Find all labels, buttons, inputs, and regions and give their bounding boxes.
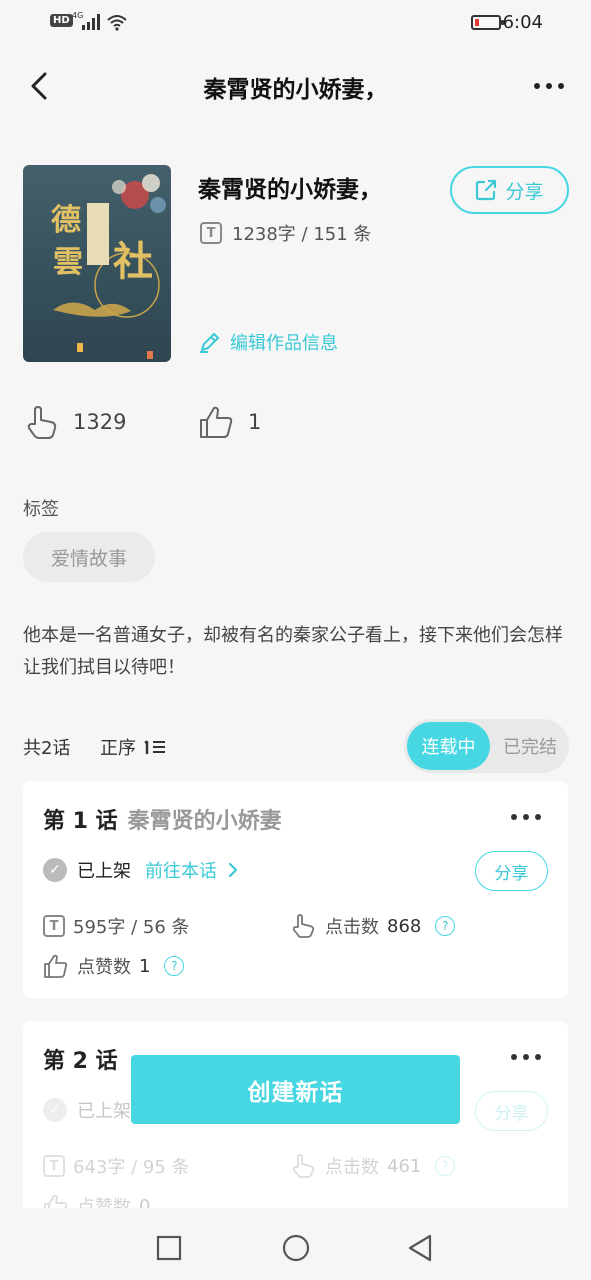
tab-completed[interactable]: 已完结 [494,722,566,770]
clicks-value: 461 [387,1155,422,1177]
words-text: 595字 / 56 条 [73,917,190,938]
episode-more-button[interactable] [506,805,546,829]
status-label: 已上架 [77,1101,131,1122]
serial-status-switch: 连载中 已完结 [404,719,569,773]
check-icon: ✓ [43,1098,67,1122]
text-icon: T [43,915,65,937]
episode-heading: 第 1 话秦霄贤的小娇妻 [43,803,282,835]
like-stat[interactable]: 1 [198,404,261,440]
signal-icon [82,14,100,30]
thumbs-up-icon [200,406,233,438]
cover-text-1: 德 [51,203,81,238]
pencil-icon [200,333,219,353]
episode-card[interactable]: 第 1 话秦霄贤的小娇妻 ✓ 已上架 前往本话 分享 T 595字 / 56 条… [23,781,568,998]
episode-clicks: 点击数 868 ? [291,913,456,939]
clock: 6:04 [502,12,543,33]
book-description: 他本是一名普通女子，却被有名的秦家公子看上，接下来他们会怎样让我们拭目以待吧！ [23,625,563,678]
check-icon: ✓ [43,858,67,882]
tags-label: 标签 [23,499,59,520]
episode-likes: 点赞数 1 ? [43,953,185,979]
more-options-button[interactable] [531,70,567,102]
share-label: 分享 [505,180,544,203]
episode-word-count: T 595字 / 56 条 [43,913,190,939]
more-icon [511,814,541,820]
episode-clicks: 点击数 461 ? [291,1153,456,1179]
click-stat: 1329 [25,404,126,440]
like-count: 1 [248,410,262,434]
episode-title: 秦霄贤的小娇妻 [127,809,282,834]
click-count: 1329 [73,410,127,434]
wifi-icon [107,15,127,31]
tag-chip[interactable]: 爱情故事 [23,532,155,582]
edit-info-link[interactable]: 编辑作品信息 [198,329,338,355]
hd-badge: HD [50,14,73,27]
thumbs-up-icon [44,954,68,978]
question-icon[interactable]: ? [435,1156,456,1176]
battery-icon [471,15,504,30]
click-hand-icon [27,406,57,439]
episode-more-button[interactable] [506,1045,546,1069]
chevron-right-icon[interactable] [227,862,239,878]
question-icon[interactable]: ? [164,956,185,976]
sort-order-label: 正序 [100,738,136,759]
clicks-label: 点击数 [325,1157,379,1178]
clicks-value: 868 [387,915,422,937]
episode-count: 共2话 [23,738,71,759]
episode-share-button[interactable]: 分享 [475,1091,548,1131]
share-button[interactable]: 分享 [450,166,569,214]
click-hand-icon [292,1154,315,1178]
text-icon: T [200,222,222,244]
episode-word-count: T 643字 / 95 条 [43,1153,190,1179]
book-title: 秦霄贤的小娇妻， [198,177,382,203]
episode-heading: 第 2 话 [43,1043,118,1075]
home-icon[interactable] [281,1233,311,1263]
episode-number: 第 2 话 [43,1049,118,1074]
tab-serializing[interactable]: 连载中 [407,722,490,770]
clicks-label: 点击数 [325,917,379,938]
episode-status: ✓ 已上架 [43,1097,131,1123]
more-icon [534,83,564,89]
episode-card[interactable]: 第 2 话 ✓ 已上架 分享 T 643字 / 95 条 点击数 461 ? 点… [23,1021,568,1231]
book-word-count: T 1238字 / 151 条 [200,220,371,246]
likes-value: 1 [139,955,151,977]
page-title: 秦霄贤的小娇妻， [203,77,388,103]
book-cover[interactable]: 德 雲 社 [23,165,171,362]
episode-status: ✓ 已上架 前往本话 [43,857,239,883]
share-icon [476,179,497,201]
episode-share-button[interactable]: 分享 [475,851,548,891]
word-count-text: 1238字 / 151 条 [232,224,372,245]
click-hand-icon [292,914,315,938]
create-episode-button[interactable]: 创建新话 [131,1055,460,1124]
question-icon[interactable]: ? [435,916,456,936]
status-bar: HD 4G 6:04 [0,0,591,46]
recents-icon[interactable] [156,1235,182,1261]
order-list-icon [144,740,165,754]
status-label: 已上架 [77,861,131,882]
goto-episode-link[interactable]: 前往本话 [145,857,217,883]
likes-label: 点赞数 [77,957,131,978]
text-icon: T [43,1155,65,1177]
cover-text-2: 雲 [53,245,83,280]
more-icon [511,1054,541,1060]
cover-text-3: 社 [113,238,153,285]
edit-info-label: 编辑作品信息 [230,333,338,354]
system-nav-bar [0,1208,591,1280]
episode-number: 第 1 话 [43,809,118,834]
sort-order-toggle[interactable]: 正序 [100,734,166,760]
nav-back-icon[interactable] [406,1233,434,1263]
words-text: 643字 / 95 条 [73,1157,190,1178]
